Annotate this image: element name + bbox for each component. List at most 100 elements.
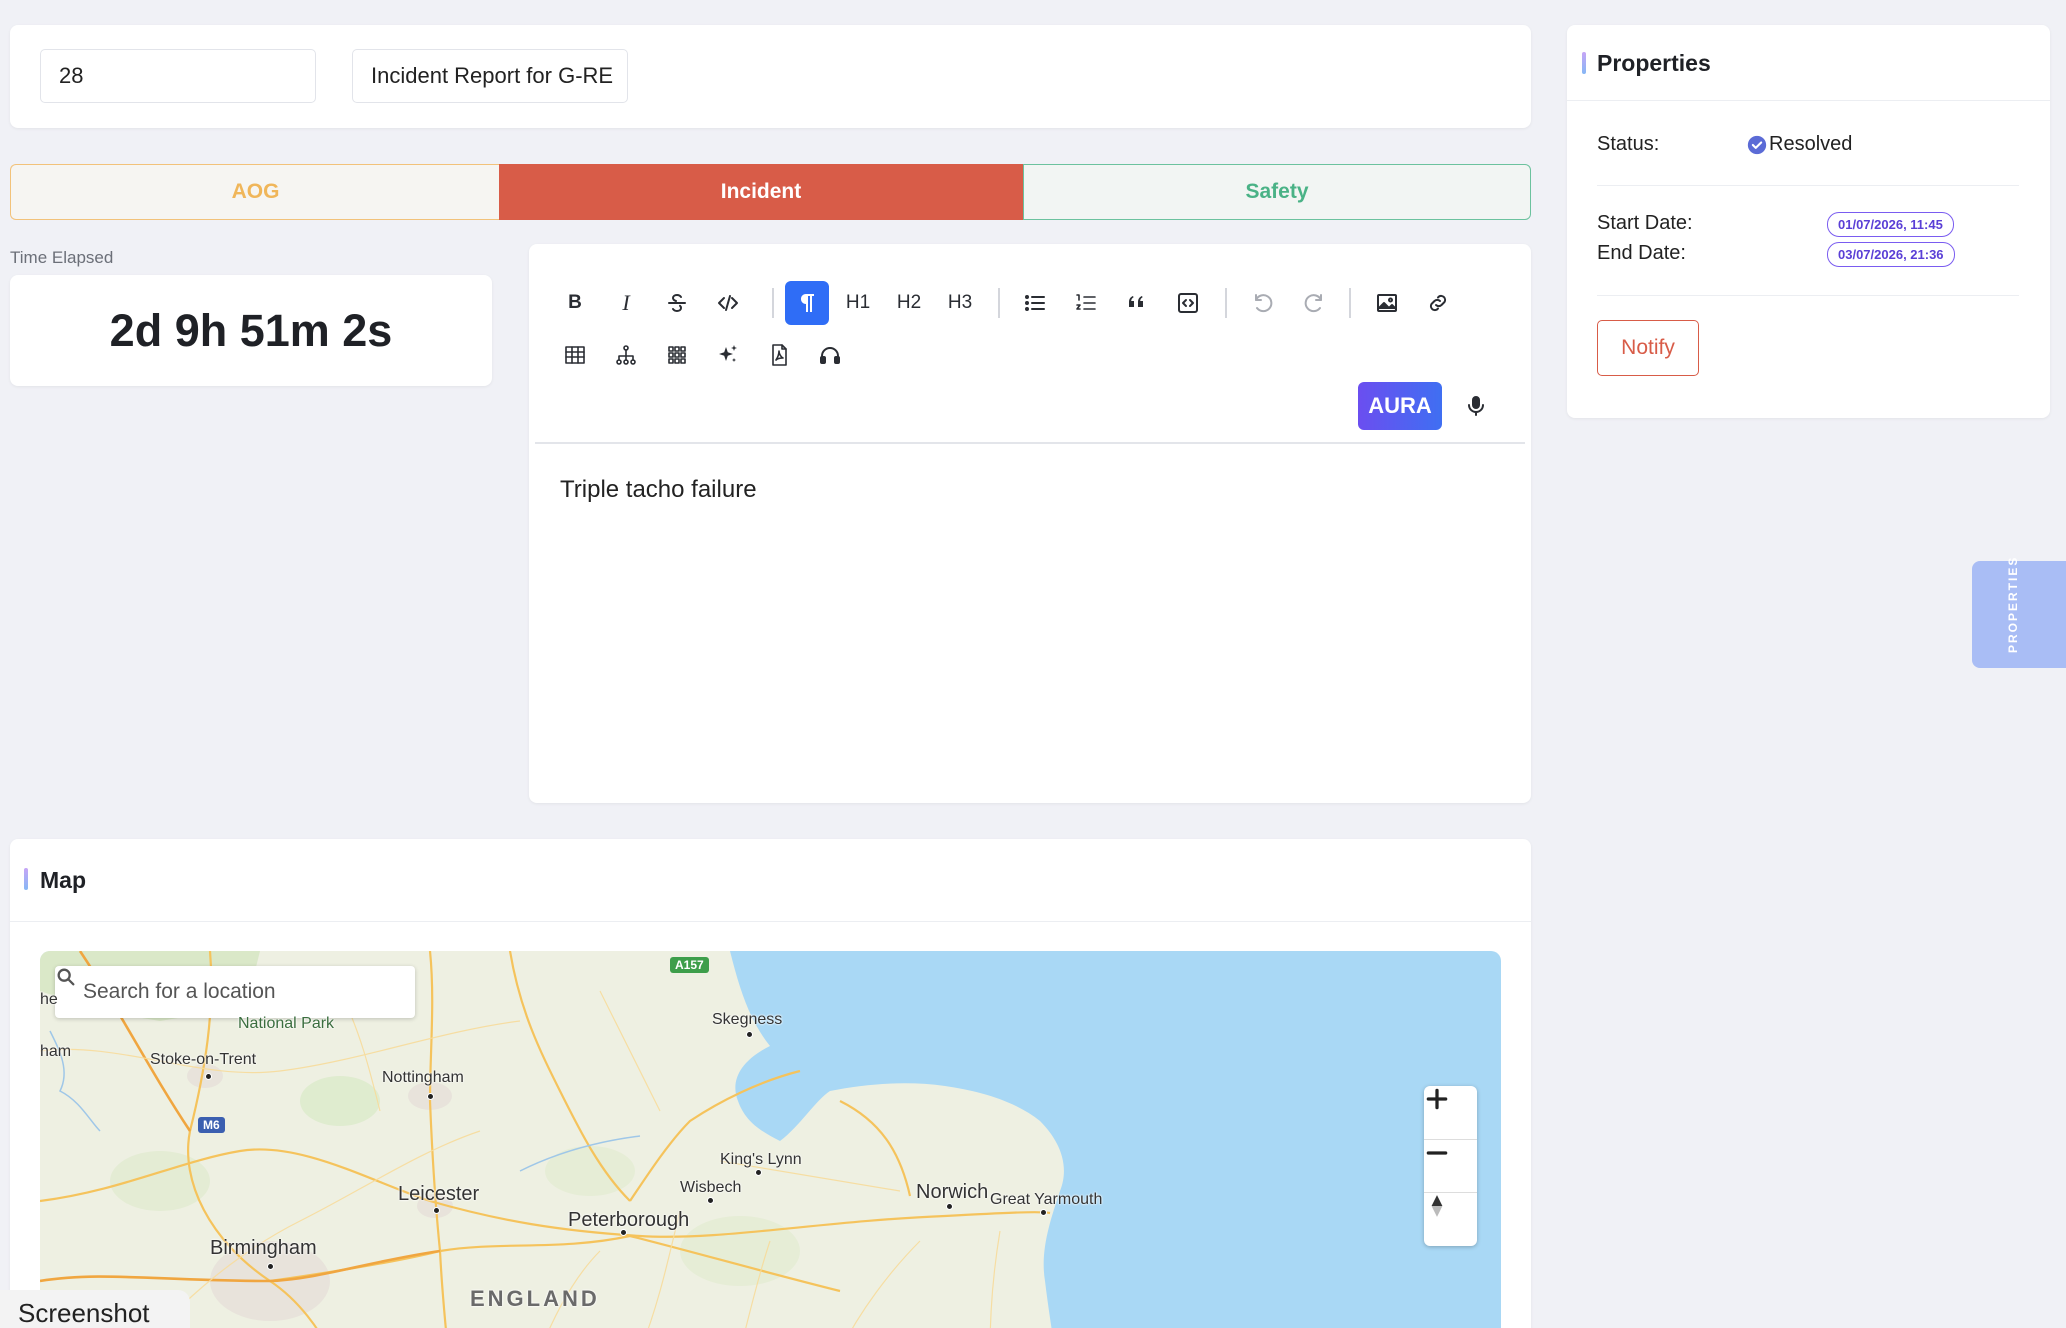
city-dot [707, 1197, 714, 1204]
map-label-ham: ham [40, 1043, 72, 1060]
heading-2-button[interactable]: H2 [887, 281, 931, 325]
map-label-wisbech: Wisbech [680, 1179, 742, 1196]
minus-icon [1426, 1151, 1448, 1155]
map-label-nottingham: Nottingham [382, 1069, 464, 1086]
paragraph-button[interactable] [785, 281, 829, 325]
strikethrough-button[interactable] [655, 281, 699, 325]
h3-label: H3 [947, 292, 973, 313]
map-label-great-yarmouth: Great Yarmouth [990, 1191, 1103, 1208]
blockquote-button[interactable] [1115, 281, 1159, 325]
undo-icon [1255, 294, 1273, 313]
road-badge-a157: A157 [670, 957, 709, 973]
properties-side-tab-label: PROPERTIES [2006, 555, 2020, 653]
report-header-card: 28 Incident Report for G-RE [10, 25, 1531, 128]
time-elapsed-card: 2d 9h 51m 2s [10, 275, 492, 386]
dictate-button[interactable] [1454, 384, 1498, 428]
tab-safety[interactable]: Safety [1023, 164, 1531, 220]
table-icon [565, 346, 585, 364]
heading-3-button[interactable]: H3 [938, 281, 982, 325]
properties-header-divider [1567, 100, 2050, 101]
redo-button[interactable] [1292, 281, 1336, 325]
map-section: Map Search for a location A157 M6 he Nat… [10, 839, 1531, 1328]
map-label-england: ENGLAND [470, 1286, 600, 1311]
microphone-icon [1468, 396, 1484, 416]
insert-table-button[interactable] [553, 333, 597, 377]
grid-icon [668, 346, 686, 364]
time-elapsed-label: Time Elapsed [10, 248, 114, 267]
tab-incident[interactable]: Incident [499, 164, 1023, 220]
tab-aog[interactable]: AOG [10, 164, 500, 220]
inline-code-button[interactable] [706, 281, 750, 325]
insert-image-button[interactable] [1365, 281, 1409, 325]
map-label-skegness: Skegness [712, 1011, 783, 1028]
status-label: Status: [1597, 133, 1660, 155]
properties-divider [1597, 295, 2019, 296]
insert-pdf-button[interactable] [757, 333, 801, 377]
ordered-list-button[interactable] [1064, 281, 1108, 325]
code-icon [718, 295, 738, 311]
map-label-peterborough: Peterborough [568, 1209, 690, 1231]
editor-divider [535, 442, 1525, 444]
start-date-badge: 01/07/2026, 11:45 [1827, 212, 1954, 237]
toolbar-divider [998, 288, 1000, 318]
code-block-button[interactable] [1166, 281, 1210, 325]
section-accent [1582, 52, 1586, 74]
heading-1-button[interactable]: H1 [836, 281, 880, 325]
italic-icon: I [622, 290, 630, 315]
map-title: Map [40, 867, 86, 893]
map-label-birmingham: Birmingham [210, 1237, 317, 1259]
map-view[interactable]: Search for a location A157 M6 he Nationa… [40, 951, 1501, 1328]
blockquote-icon [1129, 296, 1143, 307]
bold-button[interactable]: B [553, 281, 597, 325]
notify-button[interactable]: Notify [1597, 320, 1699, 376]
plus-icon [1426, 1088, 1448, 1110]
status-value: Resolved [1769, 133, 1853, 155]
sparkle-icon [719, 345, 737, 362]
zoom-in-button[interactable] [1424, 1086, 1477, 1139]
ai-assist-button[interactable] [706, 333, 750, 377]
insert-grid-button[interactable] [655, 333, 699, 377]
properties-side-tab[interactable]: PROPERTIES [1972, 556, 2066, 668]
undo-button[interactable] [1241, 281, 1285, 325]
compass-button[interactable] [1424, 1192, 1477, 1245]
bullet-list-button[interactable] [1013, 281, 1057, 325]
start-date-label: Start Date: [1597, 212, 1693, 234]
list-ordered-icon [1076, 294, 1096, 310]
city-dot [746, 1031, 753, 1038]
headphones-icon [820, 347, 840, 364]
map-label-norwich: Norwich [916, 1181, 989, 1203]
image-icon [1377, 294, 1397, 312]
map-search-box[interactable]: Search for a location [55, 966, 415, 1018]
editor-content[interactable]: Triple tacho failure [560, 476, 757, 504]
map-header-divider [10, 921, 1531, 922]
insert-link-button[interactable] [1416, 281, 1460, 325]
screenshot-tag[interactable]: Screenshot [0, 1290, 190, 1328]
map-label-national-park: National Park [238, 1015, 335, 1032]
report-id-field[interactable]: 28 [40, 49, 316, 103]
list-bullet-icon [1025, 295, 1045, 311]
time-elapsed-value: 2d 9h 51m 2s [109, 304, 393, 356]
report-title-field[interactable]: Incident Report for G-RE [352, 49, 628, 103]
city-dot [267, 1263, 274, 1270]
toolbar-divider [1349, 288, 1351, 318]
insert-diagram-button[interactable] [604, 333, 648, 377]
compass-icon [1431, 1195, 1443, 1217]
end-date-label: End Date: [1597, 242, 1686, 264]
link-icon [1429, 294, 1447, 312]
italic-button[interactable]: I [604, 281, 648, 325]
audio-button[interactable] [808, 333, 852, 377]
map-label-kings-lynn: King's Lynn [720, 1151, 802, 1168]
hierarchy-icon [616, 345, 636, 365]
city-dot [620, 1229, 627, 1236]
map-label-leicester: Leicester [398, 1183, 480, 1205]
zoom-out-button[interactable] [1424, 1139, 1477, 1192]
aura-button[interactable]: AURA [1358, 382, 1442, 430]
paragraph-icon [801, 294, 814, 312]
map-label-stoke: Stoke-on-Trent [150, 1051, 257, 1068]
end-date-badge: 03/07/2026, 21:36 [1827, 242, 1955, 267]
code-block-icon [1178, 293, 1198, 313]
properties-title: Properties [1597, 50, 1711, 76]
map-search-placeholder: Search for a location [83, 980, 276, 1003]
h2-label: H2 [896, 292, 922, 313]
city-dot [205, 1073, 212, 1080]
